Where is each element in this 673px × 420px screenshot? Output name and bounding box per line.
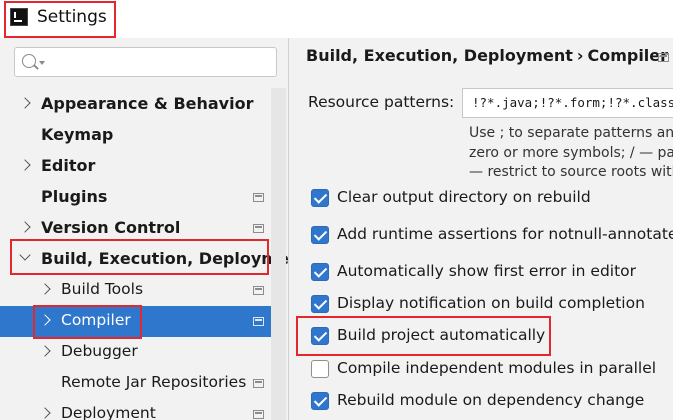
option-compile-in-parallel[interactable]: Compile independent modules in parallel bbox=[311, 358, 673, 382]
breadcrumb-current: Compiler bbox=[587, 46, 669, 65]
breadcrumb-parent: Build, Execution, Deployment bbox=[306, 46, 573, 65]
option-label: Automatically show first error in editor bbox=[337, 262, 637, 280]
highlight-box-title bbox=[4, 1, 116, 38]
resource-patterns-hint: — restrict to source roots with bbox=[469, 164, 673, 180]
chevron-down-icon[interactable] bbox=[39, 61, 45, 65]
option-clear-output-directory[interactable]: Clear output directory on rebuild bbox=[311, 187, 673, 211]
tree-item-remote-jar-repositories[interactable]: Remote Jar Repositories bbox=[0, 368, 271, 399]
chevron-right-icon[interactable] bbox=[19, 221, 31, 233]
chevron-right-icon[interactable] bbox=[39, 345, 51, 357]
project-scope-icon bbox=[253, 317, 264, 326]
tree-item-label: Deployment bbox=[61, 404, 156, 420]
tree-item-label: Remote Jar Repositories bbox=[61, 373, 247, 391]
settings-tree-panel: Appearance & Behavior Keymap Editor Plug… bbox=[0, 38, 289, 420]
tree-item-plugins[interactable]: Plugins bbox=[0, 182, 271, 213]
highlight-box-build bbox=[10, 239, 269, 275]
highlight-box-build-automatically bbox=[296, 316, 551, 356]
tree-item-appearance-behavior[interactable]: Appearance & Behavior bbox=[0, 89, 271, 120]
checkbox[interactable] bbox=[311, 295, 329, 313]
tree-scrollbar[interactable] bbox=[271, 88, 286, 420]
tree-item-keymap[interactable]: Keymap bbox=[0, 120, 271, 151]
project-scope-icon bbox=[253, 224, 264, 233]
checkbox[interactable] bbox=[311, 360, 329, 378]
checkbox[interactable] bbox=[311, 263, 329, 281]
tree-item-build-tools[interactable]: Build Tools bbox=[0, 275, 271, 306]
option-show-first-error[interactable]: Automatically show first error in editor bbox=[311, 261, 673, 285]
tree-item-label: Editor bbox=[41, 156, 96, 175]
tree-item-label: Debugger bbox=[61, 342, 138, 360]
option-label: Compile independent modules in parallel bbox=[337, 359, 657, 377]
resource-patterns-input[interactable]: !?*.java;!?*.form;!?*.class;!?*.groovy;!… bbox=[462, 88, 673, 118]
highlight-box-compiler bbox=[33, 305, 142, 339]
checkbox[interactable] bbox=[311, 189, 329, 207]
chevron-right-icon[interactable] bbox=[39, 283, 51, 295]
option-label: Display notification on build completion bbox=[337, 294, 645, 312]
option-label: Clear output directory on rebuild bbox=[337, 188, 591, 206]
project-scope-icon bbox=[253, 410, 264, 419]
option-label: Add runtime assertions for notnull-annot… bbox=[337, 225, 673, 243]
checkbox[interactable] bbox=[311, 392, 329, 410]
search-icon bbox=[22, 54, 36, 68]
chevron-right-icon[interactable] bbox=[19, 159, 31, 171]
chevron-right-icon[interactable] bbox=[39, 407, 51, 419]
option-rebuild-on-dependency-change[interactable]: Rebuild module on dependency change bbox=[311, 390, 673, 414]
tree-item-debugger[interactable]: Debugger bbox=[0, 337, 271, 368]
tree-item-label: Appearance & Behavior bbox=[41, 94, 254, 113]
option-display-notification[interactable]: Display notification on build completion bbox=[311, 293, 673, 317]
project-scope-icon bbox=[253, 193, 264, 202]
chevron-right-icon[interactable] bbox=[19, 97, 31, 109]
resource-patterns-hint: zero or more symbols; / — pat bbox=[469, 145, 673, 161]
project-scope-icon bbox=[253, 379, 264, 388]
title-bar: Settings bbox=[0, 0, 673, 38]
tree-item-label: Version Control bbox=[41, 218, 181, 237]
search-input[interactable] bbox=[14, 47, 277, 77]
tree-item-label: Keymap bbox=[41, 125, 114, 144]
tree-item-label: Plugins bbox=[41, 187, 108, 206]
project-scope-icon bbox=[658, 53, 669, 62]
project-scope-icon bbox=[253, 286, 264, 295]
resource-patterns-hint: Use ; to separate patterns and bbox=[469, 125, 673, 141]
breadcrumb-separator: › bbox=[576, 46, 584, 65]
option-add-runtime-assertions[interactable]: Add runtime assertions for notnull-annot… bbox=[311, 224, 673, 248]
tree-item-deployment[interactable]: Deployment bbox=[0, 399, 271, 420]
tree-item-label: Build Tools bbox=[61, 280, 144, 298]
tree-item-editor[interactable]: Editor bbox=[0, 151, 271, 182]
compiler-settings-panel: Build, Execution, Deployment › Compiler Re… bbox=[289, 38, 673, 420]
option-label: Rebuild module on dependency change bbox=[337, 391, 645, 409]
breadcrumb: Build, Execution, Deployment › Compiler bbox=[306, 46, 668, 65]
resource-patterns-label: Resource patterns: bbox=[308, 93, 455, 111]
checkbox[interactable] bbox=[311, 226, 329, 244]
